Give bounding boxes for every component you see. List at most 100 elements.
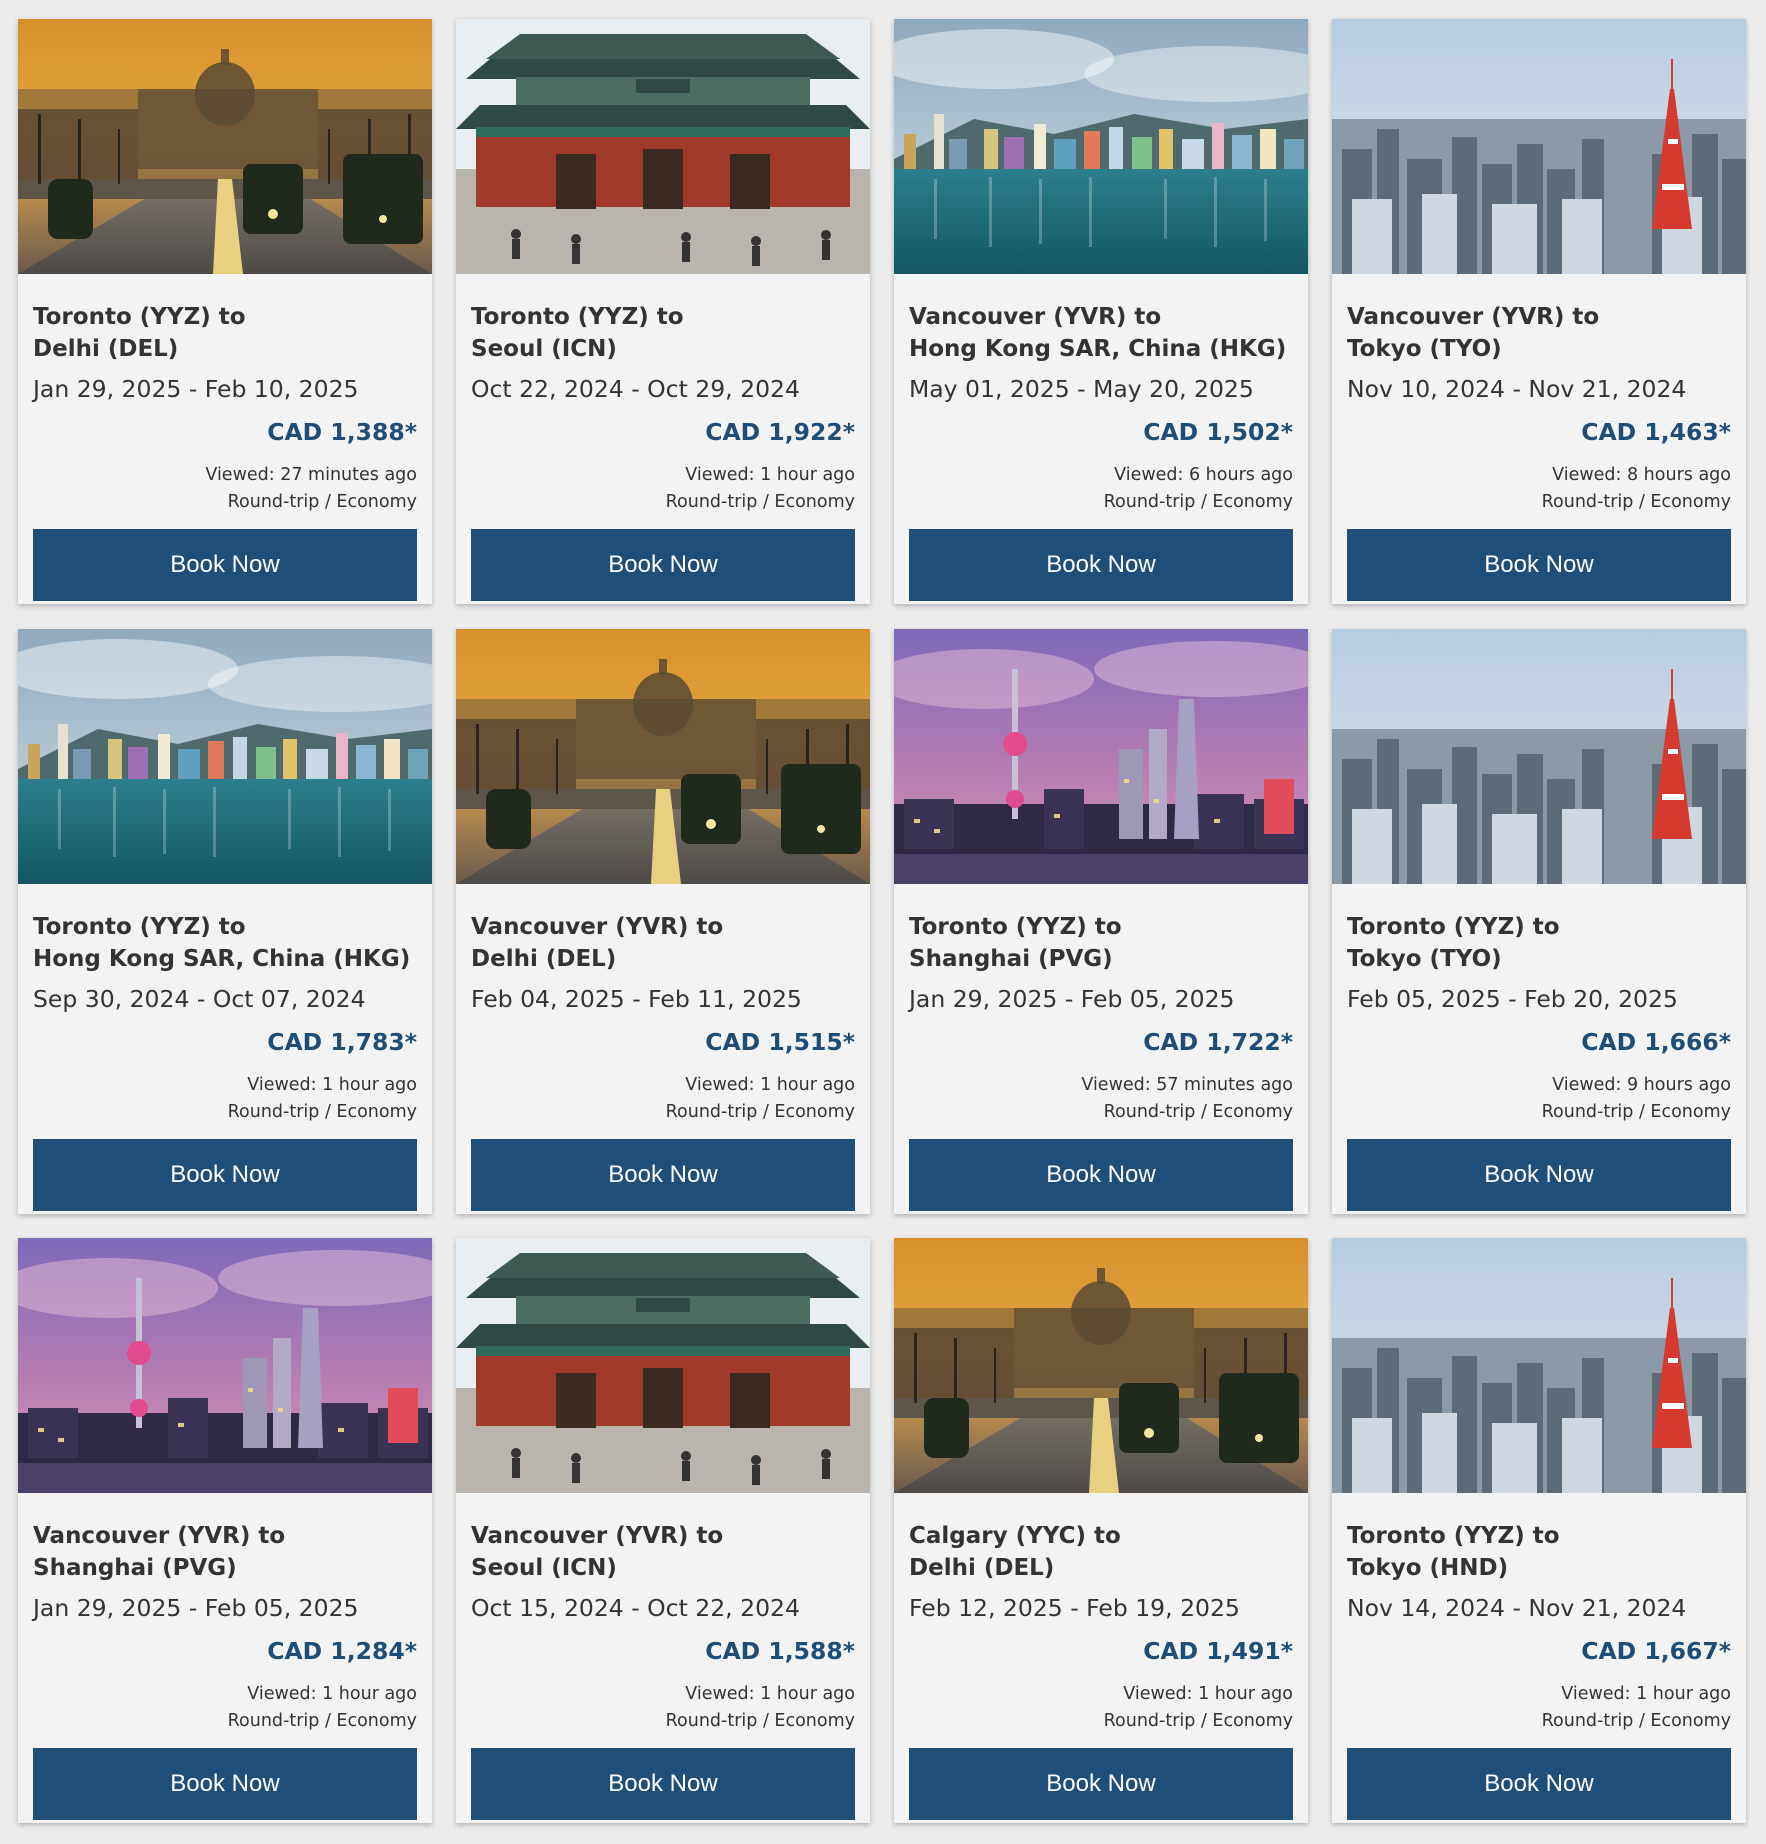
route-origin: Toronto (YYZ) to [471, 304, 684, 330]
deal-card[interactable]: Toronto (YYZ) to Delhi (DEL) Jan 29, 2025 … [18, 19, 432, 604]
route-origin: Vancouver (YVR) to [471, 914, 724, 940]
route-origin: Vancouver (YVR) to [1347, 304, 1600, 330]
book-now-button[interactable]: Book Now [33, 1748, 417, 1820]
price-label: CAD 1,588* [705, 1637, 855, 1665]
route-destination: Tokyo (TYO) [1347, 946, 1502, 972]
travel-dates: May 01, 2025 - May 20, 2025 [909, 375, 1254, 403]
book-now-button[interactable]: Book Now [1347, 529, 1731, 601]
route-destination: Shanghai (PVG) [909, 946, 1113, 972]
travel-dates: Jan 29, 2025 - Feb 05, 2025 [33, 1594, 359, 1622]
viewed-time: Viewed: 1 hour ago [247, 1684, 417, 1704]
viewed-time: Viewed: 1 hour ago [1561, 1684, 1731, 1704]
book-now-button[interactable]: Book Now [33, 529, 417, 601]
deal-card[interactable]: Toronto (YYZ) to Seoul (ICN) Oct 22, 2024 … [456, 19, 870, 604]
price-label: CAD 1,922* [705, 418, 855, 446]
deal-card[interactable]: Toronto (YYZ) to Shanghai (PVG) Jan 29, 20… [894, 629, 1308, 1214]
route-destination: Tokyo (TYO) [1347, 336, 1502, 362]
travel-dates: Jan 29, 2025 - Feb 05, 2025 [909, 985, 1235, 1013]
route-destination: Seoul (ICN) [471, 1555, 617, 1581]
deal-card[interactable]: Toronto (YYZ) to Tokyo (HND) Nov 14, 2024 … [1332, 1238, 1746, 1823]
route-title: Vancouver (YVR) to Tokyo (TYO) [1347, 301, 1737, 365]
route-title: Vancouver (YVR) to Seoul (ICN) [471, 1520, 861, 1584]
route-title: Toronto (YYZ) to Tokyo (HND) [1347, 1520, 1737, 1584]
fare-type: Round-trip / Economy [1541, 492, 1731, 512]
deal-card[interactable]: Calgary (YYC) to Delhi (DEL) Feb 12, 2025 … [894, 1238, 1308, 1823]
destination-image[interactable] [894, 1238, 1308, 1493]
route-origin: Calgary (YYC) to [909, 1523, 1121, 1549]
destination-image[interactable] [456, 629, 870, 884]
route-title: Vancouver (YVR) to Hong Kong SAR, China (… [909, 301, 1299, 365]
route-origin: Toronto (YYZ) to [33, 304, 246, 330]
fare-type: Round-trip / Economy [1103, 1711, 1293, 1731]
viewed-time: Viewed: 57 minutes ago [1081, 1075, 1293, 1095]
price-label: CAD 1,515* [705, 1028, 855, 1056]
route-destination: Seoul (ICN) [471, 336, 617, 362]
route-destination: Hong Kong SAR, China (HKG) [909, 336, 1287, 362]
route-origin: Vancouver (YVR) to [471, 1523, 724, 1549]
viewed-time: Viewed: 1 hour ago [685, 1684, 855, 1704]
destination-image[interactable] [456, 19, 870, 274]
book-now-button[interactable]: Book Now [909, 529, 1293, 601]
book-now-button[interactable]: Book Now [471, 1139, 855, 1211]
destination-image[interactable] [1332, 1238, 1746, 1493]
destination-image[interactable] [894, 19, 1308, 274]
route-title: Vancouver (YVR) to Delhi (DEL) [471, 911, 861, 975]
price-label: CAD 1,667* [1581, 1637, 1731, 1665]
travel-dates: Oct 22, 2024 - Oct 29, 2024 [471, 375, 800, 403]
destination-image[interactable] [456, 1238, 870, 1493]
book-now-button[interactable]: Book Now [471, 529, 855, 601]
deal-card[interactable]: Vancouver (YVR) to Hong Kong SAR, China (… [894, 19, 1308, 604]
viewed-time: Viewed: 8 hours ago [1552, 465, 1731, 485]
viewed-time: Viewed: 27 minutes ago [205, 465, 417, 485]
destination-image[interactable] [1332, 629, 1746, 884]
deal-card[interactable]: Vancouver (YVR) to Tokyo (TYO) Nov 10, 202… [1332, 19, 1746, 604]
route-origin: Toronto (YYZ) to [1347, 1523, 1560, 1549]
fare-type: Round-trip / Economy [1541, 1711, 1731, 1731]
viewed-time: Viewed: 9 hours ago [1552, 1075, 1731, 1095]
book-now-button[interactable]: Book Now [909, 1139, 1293, 1211]
travel-dates: Nov 14, 2024 - Nov 21, 2024 [1347, 1594, 1687, 1622]
fare-type: Round-trip / Economy [1103, 1102, 1293, 1122]
route-destination: Delhi (DEL) [33, 336, 179, 362]
book-now-button[interactable]: Book Now [909, 1748, 1293, 1820]
destination-image[interactable] [1332, 19, 1746, 274]
route-destination: Tokyo (HND) [1347, 1555, 1509, 1581]
book-now-button[interactable]: Book Now [471, 1748, 855, 1820]
viewed-time: Viewed: 1 hour ago [1123, 1684, 1293, 1704]
fare-type: Round-trip / Economy [665, 492, 855, 512]
deal-card[interactable]: Vancouver (YVR) to Seoul (ICN) Oct 15, 202… [456, 1238, 870, 1823]
destination-image[interactable] [18, 19, 432, 274]
price-label: CAD 1,284* [267, 1637, 417, 1665]
viewed-time: Viewed: 1 hour ago [685, 465, 855, 485]
route-title: Toronto (YYZ) to Hong Kong SAR, China (HK… [33, 911, 423, 975]
fare-type: Round-trip / Economy [227, 1102, 417, 1122]
travel-dates: Nov 10, 2024 - Nov 21, 2024 [1347, 375, 1687, 403]
route-title: Vancouver (YVR) to Shanghai (PVG) [33, 1520, 423, 1584]
route-origin: Vancouver (YVR) to [33, 1523, 286, 1549]
route-origin: Toronto (YYZ) to [909, 914, 1122, 940]
book-now-button[interactable]: Book Now [1347, 1748, 1731, 1820]
deals-grid: Toronto (YYZ) to Delhi (DEL) Jan 29, 2025 … [0, 0, 1766, 1844]
deal-card[interactable]: Vancouver (YVR) to Delhi (DEL) Feb 04, 202… [456, 629, 870, 1214]
deal-card[interactable]: Toronto (YYZ) to Hong Kong SAR, China (HK… [18, 629, 432, 1214]
route-destination: Delhi (DEL) [909, 1555, 1055, 1581]
deal-card[interactable]: Toronto (YYZ) to Tokyo (TYO) Feb 05, 2025 … [1332, 629, 1746, 1214]
price-label: CAD 1,491* [1143, 1637, 1293, 1665]
fare-type: Round-trip / Economy [227, 492, 417, 512]
price-label: CAD 1,722* [1143, 1028, 1293, 1056]
deal-card[interactable]: Vancouver (YVR) to Shanghai (PVG) Jan 29, … [18, 1238, 432, 1823]
route-origin: Toronto (YYZ) to [1347, 914, 1560, 940]
destination-image[interactable] [894, 629, 1308, 884]
travel-dates: Jan 29, 2025 - Feb 10, 2025 [33, 375, 359, 403]
book-now-button[interactable]: Book Now [1347, 1139, 1731, 1211]
route-title: Calgary (YYC) to Delhi (DEL) [909, 1520, 1299, 1584]
destination-image[interactable] [18, 629, 432, 884]
destination-image[interactable] [18, 1238, 432, 1493]
book-now-button[interactable]: Book Now [33, 1139, 417, 1211]
route-origin: Toronto (YYZ) to [33, 914, 246, 940]
travel-dates: Feb 04, 2025 - Feb 11, 2025 [471, 985, 802, 1013]
route-origin: Vancouver (YVR) to [909, 304, 1162, 330]
fare-type: Round-trip / Economy [1541, 1102, 1731, 1122]
travel-dates: Feb 05, 2025 - Feb 20, 2025 [1347, 985, 1678, 1013]
travel-dates: Sep 30, 2024 - Oct 07, 2024 [33, 985, 366, 1013]
